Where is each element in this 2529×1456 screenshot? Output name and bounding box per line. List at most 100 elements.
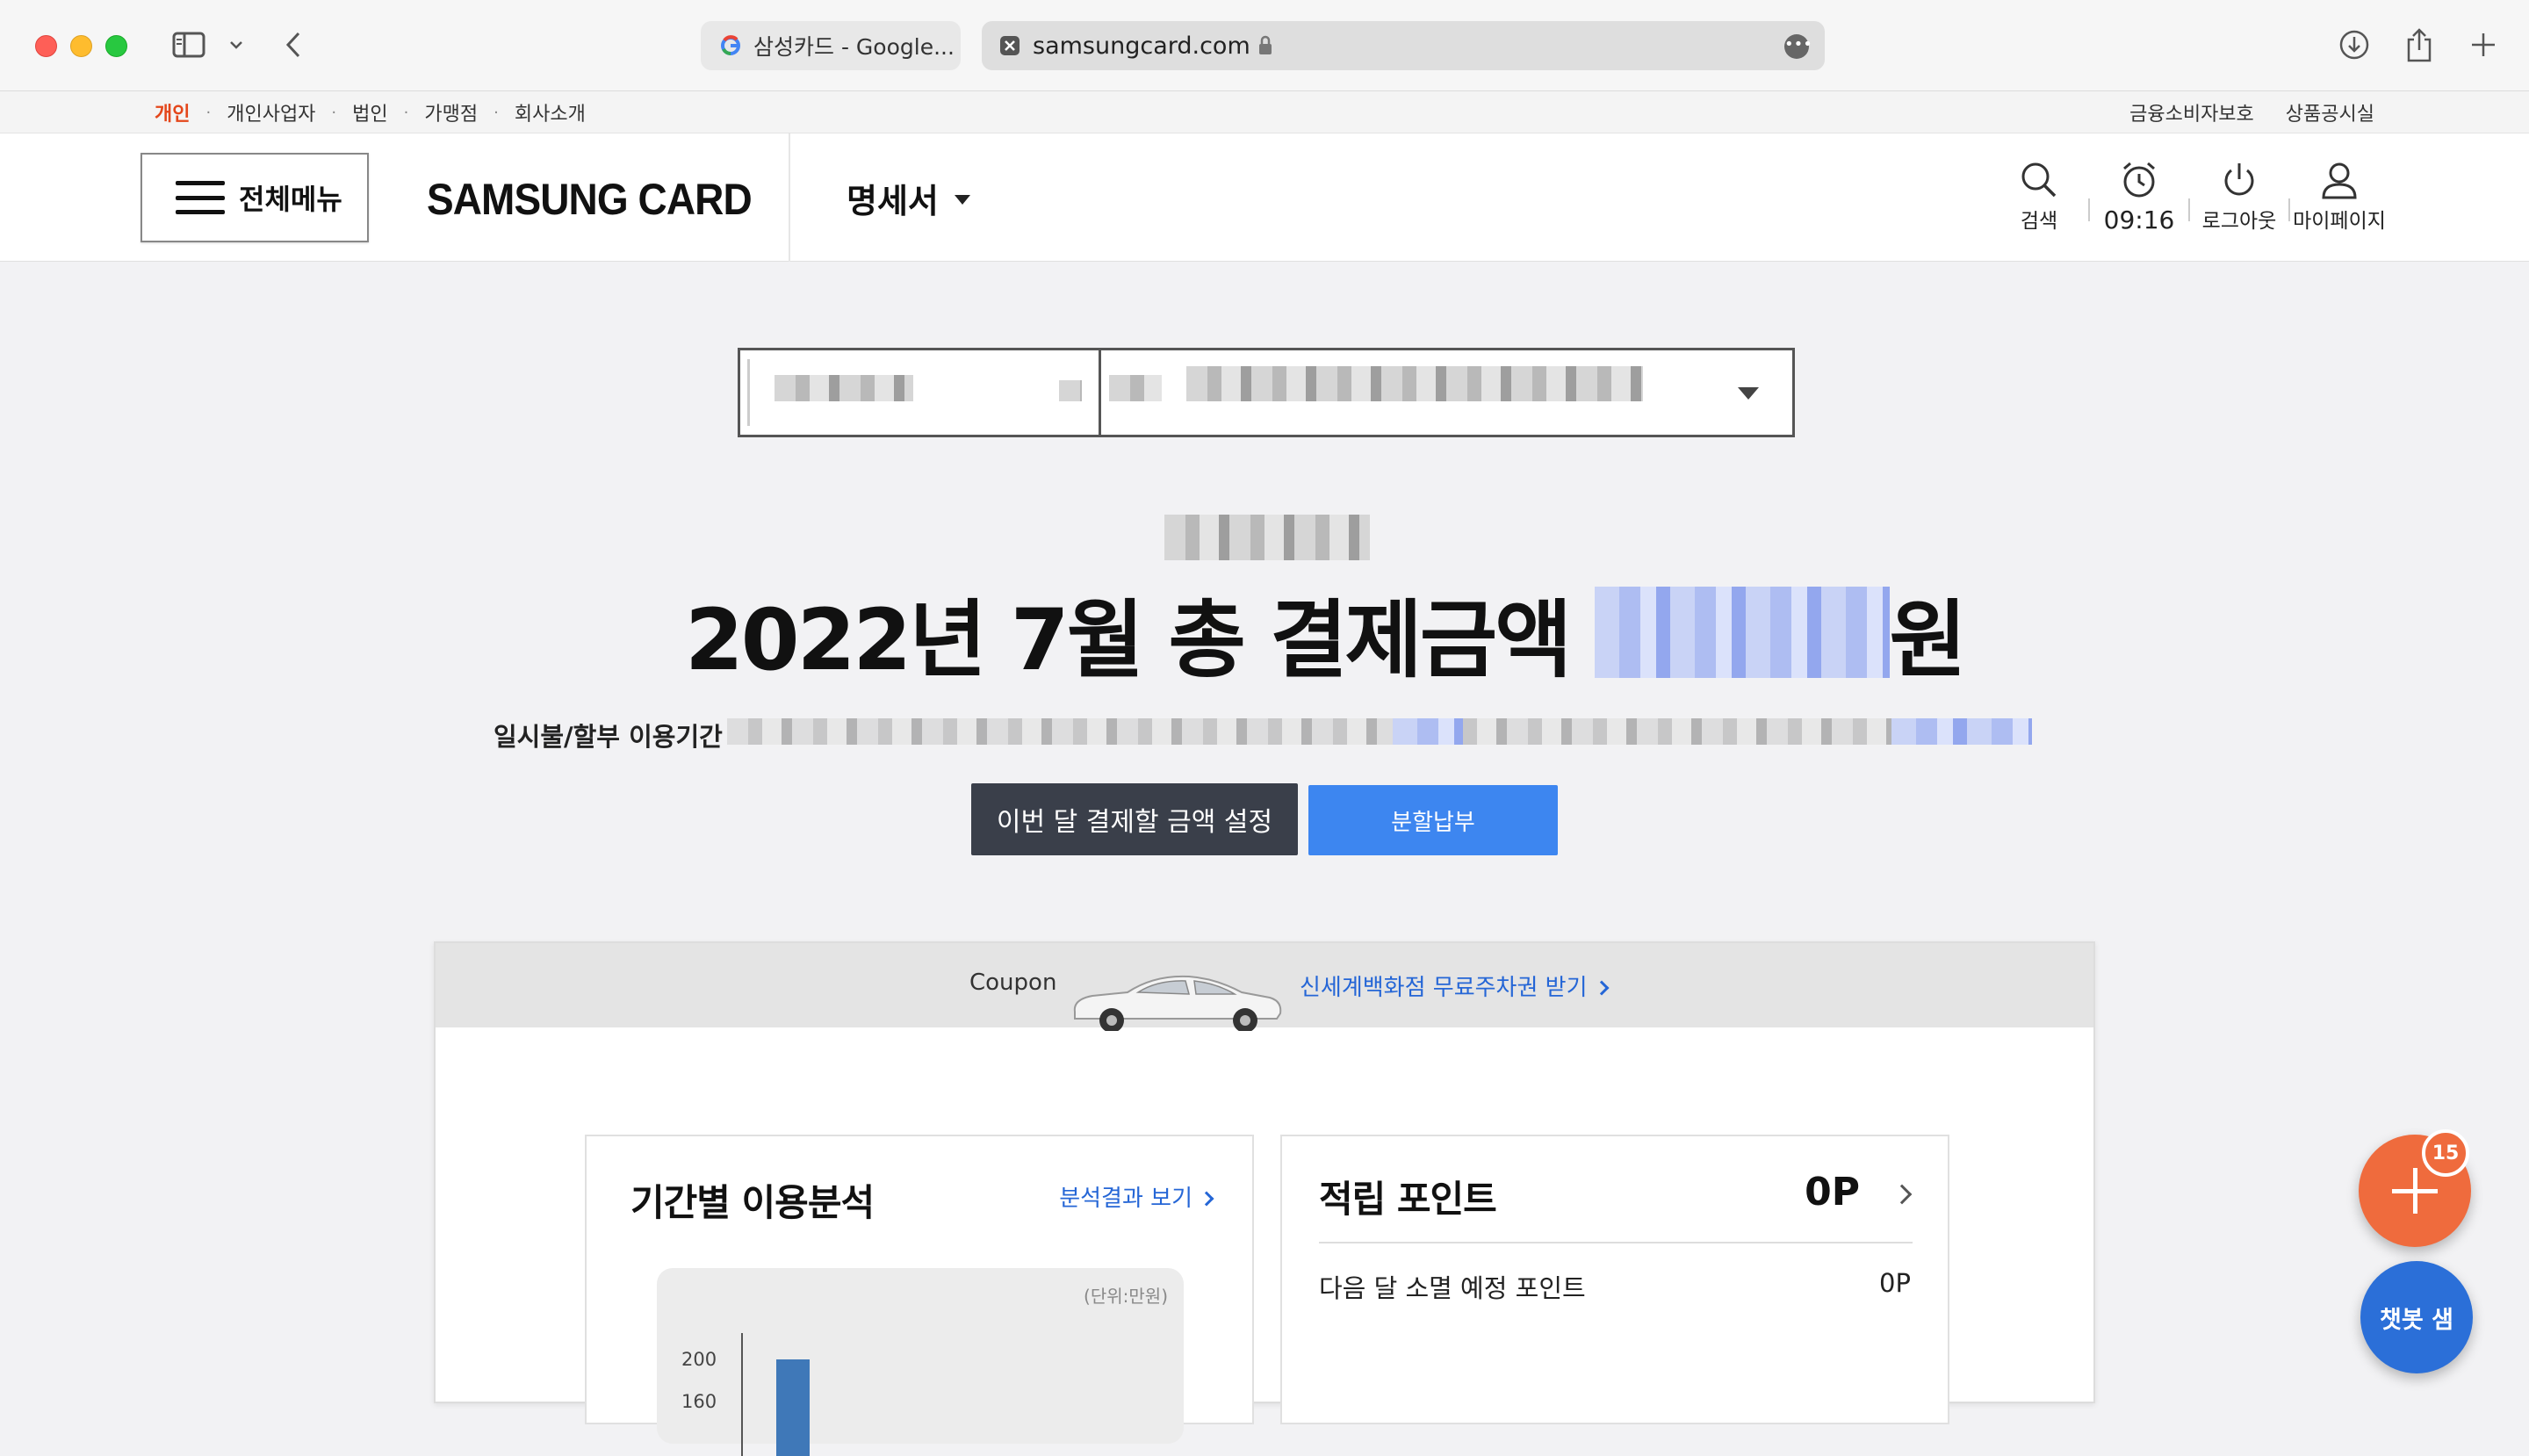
- search-button[interactable]: 검색: [1990, 160, 2088, 234]
- utility-nav: 개인 · 개인사업자 · 법인 · 가맹점 · 회사소개 금융소비자보호 상품공…: [0, 91, 2529, 133]
- view-analysis-text: 분석결과 보기: [1059, 1186, 1192, 1212]
- points-title: 적립 포인트: [1319, 1178, 1497, 1221]
- chevron-right-icon: [1891, 1184, 1913, 1205]
- redacted-text: [775, 375, 913, 401]
- usage-analysis-panel: 기간별 이용분석 분석결과 보기 (단위:만원) 200 160: [585, 1135, 1254, 1456]
- timer-value: 09:16: [2103, 205, 2175, 234]
- tab-google[interactable]: 삼성카드 - Google...: [701, 21, 961, 70]
- lock-icon: [1258, 35, 1272, 54]
- usage-chart: (단위:만원) 200 160: [657, 1268, 1184, 1456]
- installment-payment-button[interactable]: 분할납부: [1308, 785, 1558, 855]
- parking-coupon-link[interactable]: 신세계백화점 무료주차권 받기: [1300, 969, 1609, 1002]
- power-icon: [2224, 163, 2254, 196]
- chevron-right-icon: [1199, 1191, 1214, 1206]
- browser-toolbar: 삼성카드 - Google... samsungcard.com •••: [0, 0, 2529, 91]
- mypage-label: 마이페이지: [2293, 210, 2386, 233]
- caret-down-icon: [954, 195, 970, 205]
- window-zoom-button[interactable]: [105, 35, 127, 57]
- all-menu-button[interactable]: 전체메뉴: [140, 153, 369, 242]
- chart-unit-label: (단위:만원): [1084, 1286, 1168, 1307]
- chart-y-tick: 200: [681, 1349, 717, 1370]
- address-bar[interactable]: samsungcard.com •••: [982, 21, 1825, 70]
- window-minimize-button[interactable]: [70, 35, 92, 57]
- set-payment-amount-button[interactable]: 이번 달 결제할 금액 설정: [971, 783, 1298, 855]
- nav-separator: ·: [494, 103, 499, 122]
- product-disclosure-link[interactable]: 상품공시실: [2286, 98, 2374, 126]
- statement-content: Coupon 신세계백화점 무료주차권 받기 기간별 이용분석 분석결과 보기 …: [434, 941, 2095, 1456]
- tab-label: 삼성카드 - Google...: [753, 34, 955, 60]
- card-selector-dropdown[interactable]: [738, 348, 1795, 437]
- all-menu-label: 전체메뉴: [239, 183, 342, 216]
- section-dropdown[interactable]: 명세서: [847, 174, 970, 222]
- chatbot-button[interactable]: 챗봇 샘: [2360, 1261, 2473, 1373]
- nav-merchant[interactable]: 가맹점: [424, 98, 478, 126]
- share-icon[interactable]: [2401, 23, 2438, 67]
- car-illustration: [1073, 975, 1282, 1031]
- expiring-points-value: 0P: [1879, 1268, 1911, 1298]
- usage-analysis-title: 기간별 이용분석: [630, 1181, 875, 1224]
- section-title: 명세서: [847, 182, 939, 220]
- redacted-period: [1891, 718, 2032, 745]
- redacted-customer-name: [1164, 515, 1370, 560]
- mypage-button[interactable]: 마이페이지: [2290, 160, 2388, 234]
- total-amount-label: 2022년 7월 총 결제금액: [685, 590, 1572, 689]
- points-value: 0P: [1805, 1170, 1860, 1215]
- points-divider: [1319, 1242, 1913, 1243]
- redacted-period: [1393, 718, 1463, 745]
- address-url: samsungcard.com: [1033, 32, 1250, 60]
- utility-links: 금융소비자보호 상품공시실: [2129, 91, 2374, 133]
- redacted-amount: [1594, 587, 1890, 678]
- customer-type-nav: 개인 · 개인사업자 · 법인 · 가맹점 · 회사소개: [155, 91, 586, 133]
- nav-company[interactable]: 회사소개: [515, 98, 586, 126]
- redacted-period: [727, 718, 2032, 745]
- user-icon: [2322, 162, 2357, 199]
- redacted-card-number: [1186, 366, 1643, 401]
- consumer-protection-link[interactable]: 금융소비자보호: [2129, 98, 2254, 126]
- search-icon: [2021, 162, 2057, 198]
- chart-y-tick: 160: [681, 1391, 717, 1412]
- dropdown-arrow-icon: [1738, 387, 1759, 400]
- view-analysis-link[interactable]: 분석결과 보기: [1059, 1180, 1214, 1213]
- hamburger-icon: [176, 181, 225, 214]
- nav-self-employed[interactable]: 개인사업자: [227, 98, 315, 126]
- window-close-button[interactable]: [35, 35, 57, 57]
- card-type-field: [747, 359, 1099, 426]
- plus-icon-vertical: [2412, 1168, 2417, 1214]
- total-amount-heading: 2022년 7월 총 결제금액 원: [685, 580, 1967, 689]
- chevron-down-icon[interactable]: [223, 23, 249, 67]
- site-favicon-icon: [1000, 36, 1020, 55]
- samsung-card-logo[interactable]: SAMSUNG CARD: [427, 174, 753, 225]
- site-header: 전체메뉴 SAMSUNG CARD 명세서 검색 09:16 로그아웃 마이페이…: [0, 133, 2529, 262]
- sidebar-toggle-icon[interactable]: [167, 23, 211, 67]
- page-menu-icon[interactable]: •••: [1784, 34, 1812, 59]
- selector-divider: [1099, 350, 1101, 435]
- parking-coupon-text: 신세계백화점 무료주차권 받기: [1300, 975, 1588, 1001]
- nav-corporate[interactable]: 법인: [352, 98, 387, 126]
- session-timer[interactable]: 09:16: [2090, 160, 2188, 234]
- logout-button[interactable]: 로그아웃: [2190, 160, 2288, 234]
- coupon-banner[interactable]: Coupon 신세계백화점 무료주차권 받기: [436, 943, 2093, 1031]
- logout-label: 로그아웃: [2201, 210, 2277, 233]
- points-panel[interactable]: 적립 포인트 0P 다음 달 소멸 예정 포인트 0P: [1280, 1135, 1949, 1424]
- chevron-right-icon: [1594, 980, 1609, 995]
- expiring-points-label: 다음 달 소멸 예정 포인트: [1319, 1273, 1586, 1303]
- chart-y-axis: [741, 1333, 743, 1456]
- nav-personal[interactable]: 개인: [155, 98, 190, 126]
- redacted-text: [1109, 375, 1162, 401]
- chart-bar: [776, 1359, 810, 1456]
- alarm-clock-icon: [2123, 162, 2155, 198]
- header-actions: 검색 09:16 로그아웃 마이페이지: [1990, 160, 2388, 234]
- nav-separator: ·: [331, 103, 337, 122]
- downloads-icon[interactable]: [2336, 23, 2373, 67]
- google-icon: [721, 35, 740, 55]
- new-tab-icon[interactable]: [2466, 23, 2501, 67]
- nav-separator: ·: [403, 103, 409, 122]
- search-label: 검색: [2020, 210, 2058, 233]
- currency-unit: 원: [1889, 590, 1967, 689]
- nav-separator: ·: [205, 103, 212, 122]
- redacted-text: [1059, 380, 1082, 401]
- coupon-label: Coupon: [969, 969, 1057, 996]
- usage-period-label: 일시불/할부 이용기간: [494, 722, 723, 752]
- back-icon[interactable]: [276, 23, 311, 67]
- notification-badge: 15: [2422, 1129, 2469, 1177]
